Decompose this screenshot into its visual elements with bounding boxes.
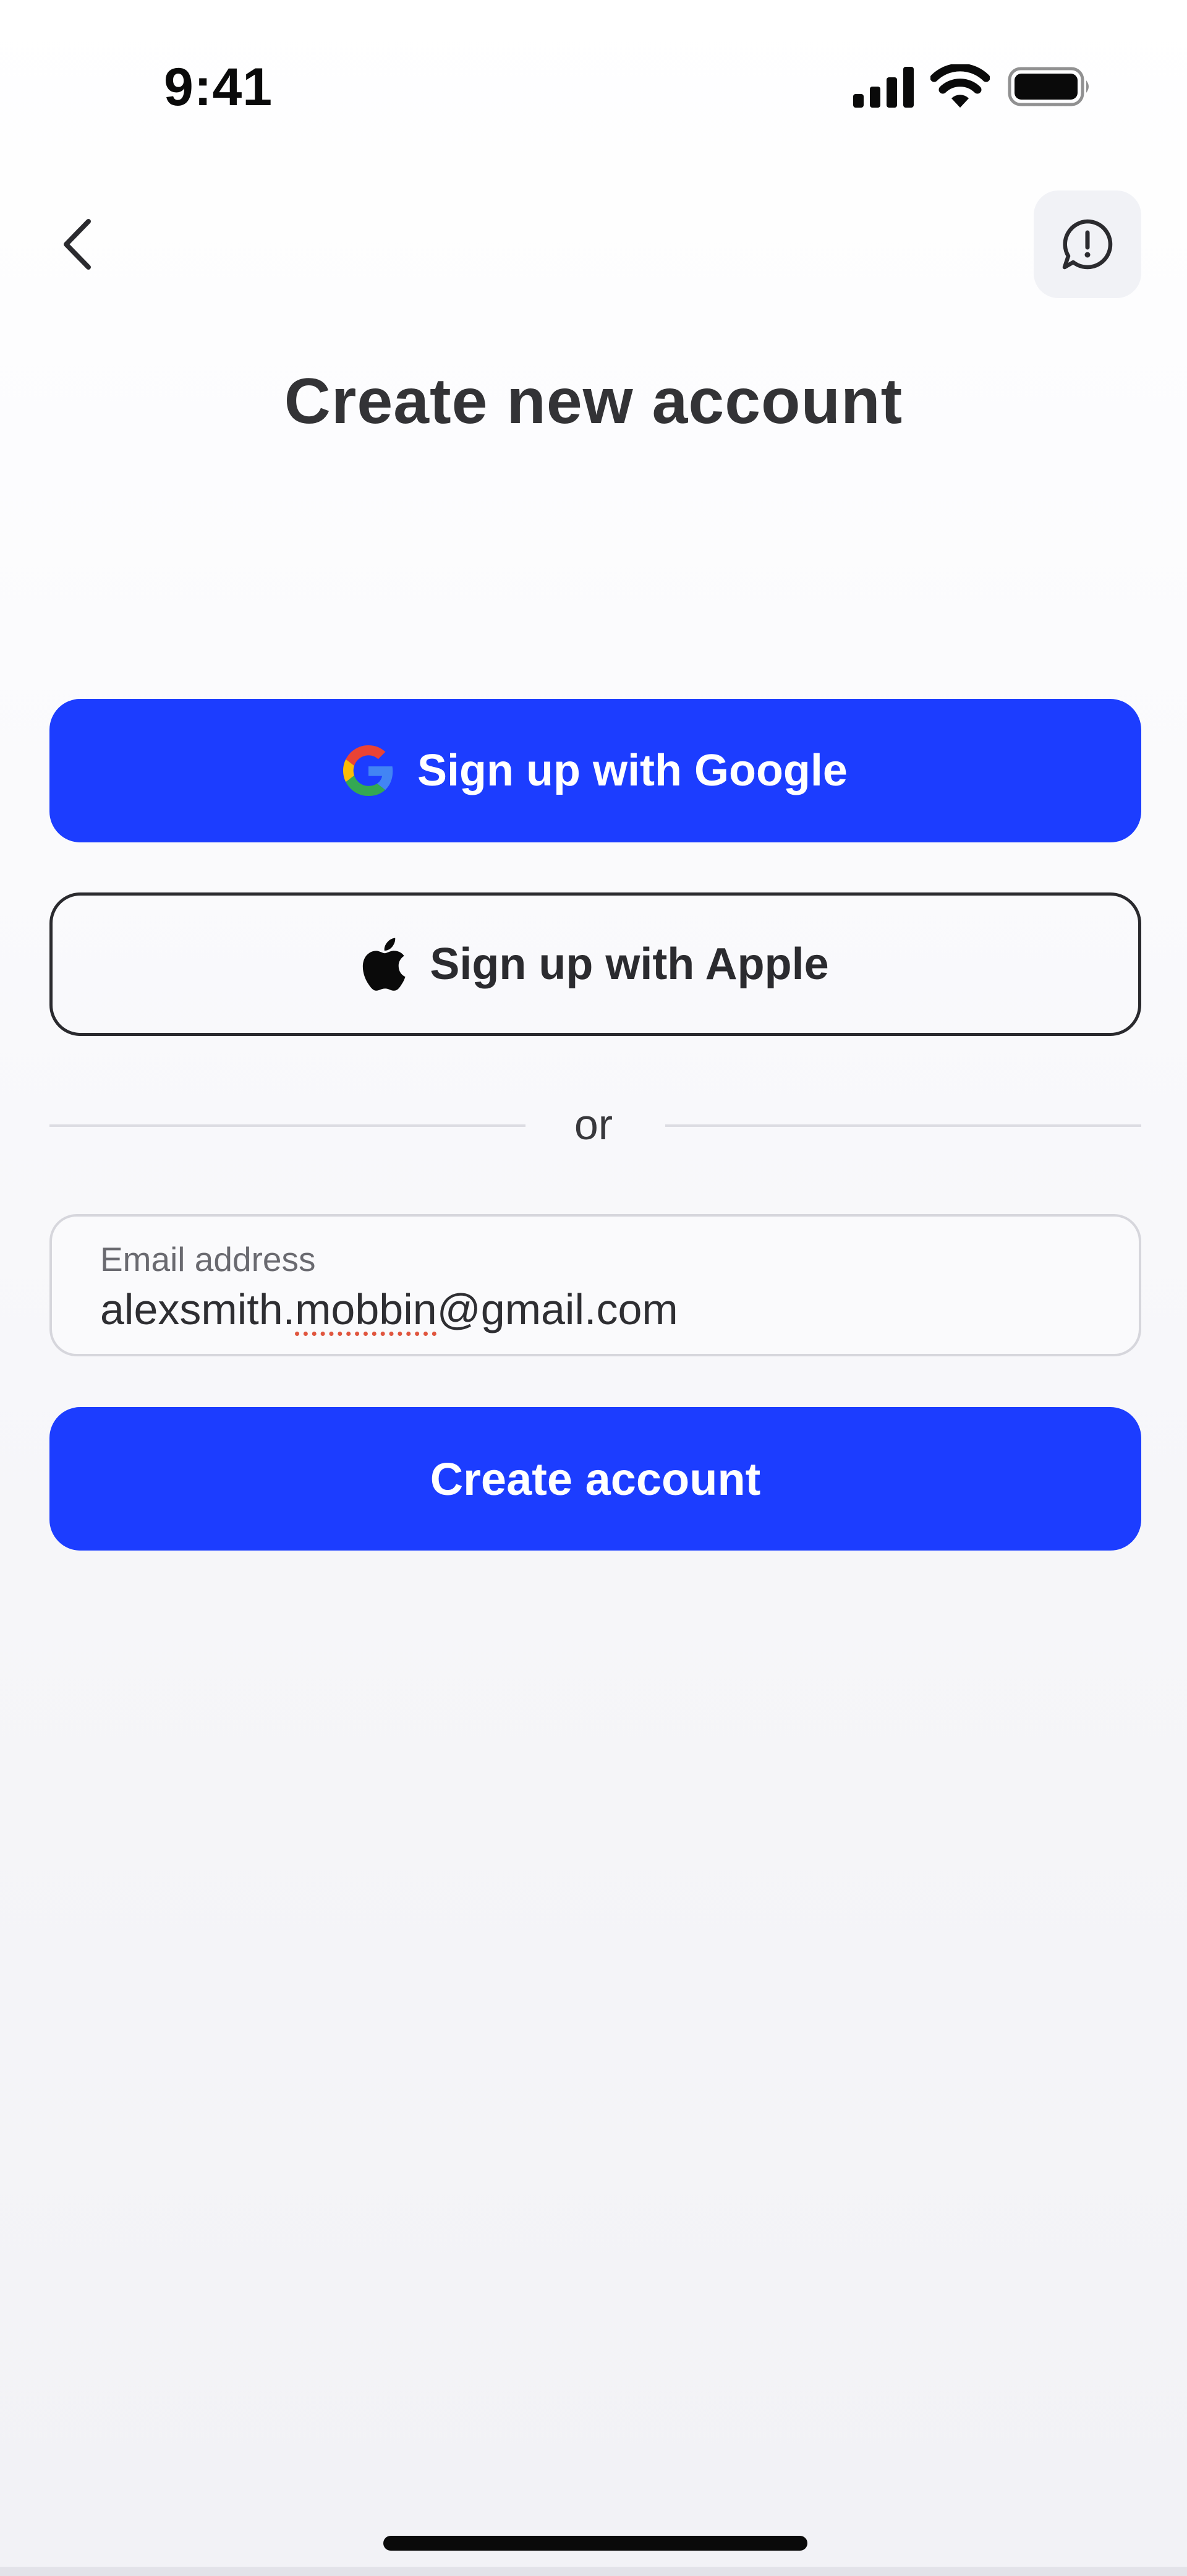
home-indicator[interactable]	[383, 2536, 807, 2551]
google-logo-icon	[343, 745, 394, 796]
create-account-button[interactable]: Create account	[49, 1407, 1141, 1551]
create-account-label: Create account	[430, 1453, 761, 1505]
bottom-edge	[0, 2567, 1187, 2576]
apple-logo-icon	[362, 938, 406, 991]
google-signup-button[interactable]: Sign up with Google	[49, 699, 1141, 842]
wifi-icon	[930, 64, 990, 108]
page-title: Create new account	[284, 366, 903, 437]
status-time: 9:41	[164, 58, 273, 117]
email-field-value[interactable]: alexsmith.mobbin@gmail.com	[100, 1285, 678, 1334]
report-issue-button[interactable]	[1034, 190, 1141, 298]
google-signup-label: Sign up with Google	[417, 746, 848, 795]
divider-or-text: or	[574, 1100, 613, 1149]
apple-signup-button[interactable]: Sign up with Apple	[49, 892, 1141, 1036]
back-button[interactable]	[43, 210, 111, 278]
email-field[interactable]: Email address alexsmith.mobbin@gmail.com	[49, 1214, 1141, 1356]
chat-alert-icon	[1062, 219, 1113, 270]
battery-icon	[1008, 67, 1089, 106]
cellular-signal-icon	[853, 67, 914, 108]
apple-signup-label: Sign up with Apple	[430, 939, 829, 989]
chevron-left-icon	[64, 219, 91, 270]
email-value-suffix: @gmail.com	[436, 1285, 678, 1333]
email-value-misspelled: mobbin	[295, 1285, 437, 1333]
email-value-prefix: alexsmith.	[100, 1285, 296, 1333]
email-field-label: Email address	[100, 1240, 316, 1278]
